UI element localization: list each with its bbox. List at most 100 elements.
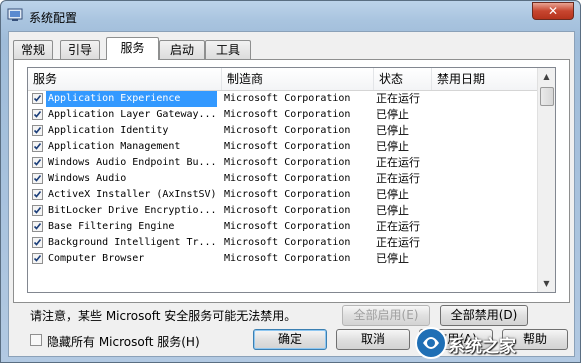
checkmark-icon (33, 127, 42, 134)
service-manufacturer: Microsoft Corporation (224, 253, 351, 264)
column-header-manufacturer[interactable]: 制造商 (222, 68, 374, 90)
service-checkbox[interactable] (32, 253, 43, 264)
close-button[interactable]: ✕ (532, 2, 574, 20)
table-row[interactable]: BitLocker Drive Encryptio... Microsoft Co… (28, 203, 539, 219)
table-row[interactable]: Application Management Microsoft Corporat… (28, 139, 539, 155)
tab-general[interactable]: 常规 (13, 40, 53, 59)
services-list[interactable]: 服务 制造商 状态 禁用日期 Application Experience Mic… (27, 67, 556, 293)
service-status: 正在运行 (376, 92, 420, 105)
system-config-app-icon (7, 8, 23, 21)
hide-ms-label: 隐藏所有 Microsoft 服务(H) (47, 335, 200, 349)
service-manufacturer: Microsoft Corporation (224, 109, 351, 120)
watermark-text: 系统之家 (448, 337, 516, 357)
service-disabled-date (434, 139, 534, 155)
service-manufacturer: Microsoft Corporation (224, 173, 351, 184)
service-checkbox[interactable] (32, 109, 43, 120)
list-header: 服务 制造商 状态 禁用日期 (28, 68, 539, 91)
service-disabled-date (434, 123, 534, 139)
table-row[interactable]: Base Filtering Engine Microsoft Corporati… (28, 219, 539, 235)
service-disabled-date (434, 251, 534, 267)
ok-button[interactable]: 确定 (253, 329, 327, 350)
service-checkbox[interactable] (32, 173, 43, 184)
service-manufacturer: Microsoft Corporation (224, 205, 351, 216)
service-name: Background Intelligent Tr... (48, 237, 217, 248)
service-name: Windows Audio Endpoint Bu... (48, 157, 217, 168)
service-name: Application Experience (46, 91, 217, 107)
service-disabled-date (434, 203, 534, 219)
checkmark-icon (33, 175, 42, 182)
service-status: 正在运行 (376, 156, 420, 169)
service-status: 已停止 (376, 140, 409, 153)
service-name: Base Filtering Engine (48, 221, 175, 232)
service-status: 已停止 (376, 188, 409, 201)
service-checkbox[interactable] (32, 157, 43, 168)
service-disabled-date (434, 171, 534, 187)
cancel-button[interactable]: 取消 (336, 329, 410, 350)
service-disabled-date (434, 219, 534, 235)
checkmark-icon (33, 223, 42, 230)
service-status: 正在运行 (376, 220, 420, 233)
vertical-scrollbar[interactable]: ▲ ▼ (537, 68, 555, 292)
services-panel: 服务 制造商 状态 禁用日期 Application Experience Mic… (13, 59, 570, 349)
column-header-status[interactable]: 状态 (374, 68, 432, 90)
checkmark-icon (33, 191, 42, 198)
security-note: 请注意，某些 Microsoft 安全服务可能无法禁用。 (30, 309, 297, 323)
service-name: Application Management (48, 141, 181, 152)
tab-tools[interactable]: 工具 (205, 40, 251, 59)
service-checkbox[interactable] (32, 237, 43, 248)
service-name: Windows Audio (48, 173, 127, 184)
service-checkbox[interactable] (32, 205, 43, 216)
table-row[interactable]: Application Experience Microsoft Corporat… (28, 91, 539, 107)
dialog-client-area: 常规 引导 服务 启动 工具 服务 制造商 状态 禁用日期 Applicatio… (8, 31, 575, 357)
service-status: 已停止 (376, 124, 409, 137)
tab-startup[interactable]: 启动 (159, 40, 205, 59)
service-checkbox[interactable] (32, 221, 43, 232)
checkmark-icon (33, 143, 42, 150)
checkmark-icon (33, 95, 42, 102)
service-checkbox[interactable] (32, 189, 43, 200)
service-name: Application Identity (48, 125, 169, 136)
checkmark-icon (33, 111, 42, 118)
title-bar[interactable]: 系统配置 ✕ (1, 1, 580, 31)
service-manufacturer: Microsoft Corporation (224, 157, 351, 168)
column-header-disabled-date[interactable]: 禁用日期 (432, 68, 539, 90)
table-row[interactable]: Windows Audio Endpoint Bu... Microsoft Co… (28, 155, 539, 171)
service-status: 正在运行 (376, 236, 420, 249)
checkmark-icon (33, 255, 42, 262)
service-status: 正在运行 (376, 172, 420, 185)
system-config-window: 系统配置 ✕ 常规 引导 服务 启动 工具 服务 制造商 状态 禁用日期 App… (0, 0, 581, 363)
table-row[interactable]: Application Identity Microsoft Corporatio… (28, 123, 539, 139)
service-manufacturer: Microsoft Corporation (224, 221, 351, 232)
service-disabled-date (434, 155, 534, 171)
service-manufacturer: Microsoft Corporation (224, 93, 351, 104)
column-header-service[interactable]: 服务 (28, 68, 222, 90)
tab-boot[interactable]: 引导 (60, 40, 100, 59)
service-status: 已停止 (376, 204, 409, 217)
tab-services[interactable]: 服务 (106, 37, 159, 60)
service-disabled-date (434, 107, 534, 123)
service-checkbox[interactable] (32, 93, 43, 104)
table-row[interactable]: Background Intelligent Tr... Microsoft Co… (28, 235, 539, 251)
service-manufacturer: Microsoft Corporation (224, 141, 351, 152)
checkmark-icon (33, 239, 42, 246)
table-row[interactable]: ActiveX Installer (AxInstSV) Microsoft Co… (28, 187, 539, 203)
service-disabled-date (434, 187, 534, 203)
table-row[interactable]: Application Layer Gateway... Microsoft Co… (28, 107, 539, 123)
service-disabled-date (434, 235, 534, 251)
service-name: Application Layer Gateway... (48, 109, 217, 120)
service-manufacturer: Microsoft Corporation (224, 125, 351, 136)
service-manufacturer: Microsoft Corporation (224, 237, 351, 248)
service-name: BitLocker Drive Encryptio... (48, 205, 217, 216)
checkmark-icon (33, 207, 42, 214)
table-row[interactable]: Windows Audio Microsoft Corporation 正在运行 (28, 171, 539, 187)
service-checkbox[interactable] (32, 141, 43, 152)
scroll-up-arrow-icon[interactable]: ▲ (538, 68, 555, 85)
service-name: Computer Browser (48, 253, 145, 264)
hide-ms-checkbox[interactable] (30, 334, 42, 346)
table-row[interactable]: Computer Browser Microsoft Corporation 已停止 (28, 251, 539, 267)
service-checkbox[interactable] (32, 125, 43, 136)
scroll-down-arrow-icon[interactable]: ▼ (538, 275, 555, 292)
service-disabled-date (434, 91, 534, 107)
scroll-thumb[interactable] (540, 87, 554, 106)
window-title: 系统配置 (29, 11, 78, 25)
